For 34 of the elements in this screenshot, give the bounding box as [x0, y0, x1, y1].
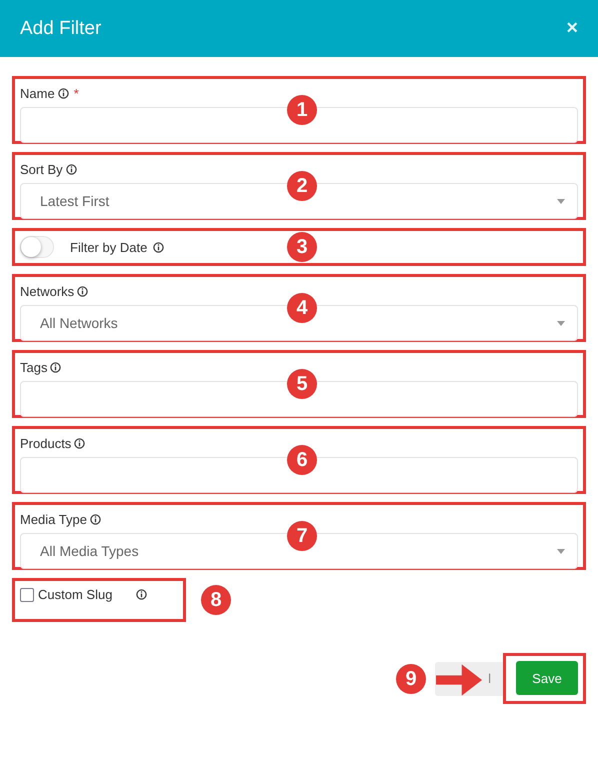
- field-label: Media Type: [20, 512, 87, 526]
- field-label: Name: [20, 86, 55, 100]
- number-badge: 1: [287, 95, 317, 125]
- number-badge: 7: [287, 521, 317, 551]
- number-badge: 2: [287, 171, 317, 201]
- number-badge: 4: [287, 293, 317, 323]
- info-icon[interactable]: [136, 589, 148, 600]
- checkbox-label: Custom Slug: [38, 587, 112, 602]
- field-label: Sort By: [20, 162, 63, 176]
- number-badge: 3: [287, 232, 317, 262]
- dialog-title: Add Filter: [20, 18, 102, 40]
- arrow-icon: [436, 663, 482, 697]
- toggle-switch[interactable]: [20, 236, 54, 258]
- field-label: Products: [20, 436, 72, 450]
- field-label: Networks: [20, 284, 74, 298]
- caret-icon: [557, 198, 565, 204]
- info-icon[interactable]: [74, 438, 86, 448]
- caret-icon: [557, 548, 565, 554]
- info-icon[interactable]: [77, 286, 88, 296]
- info-icon[interactable]: [66, 164, 77, 174]
- number-badge: 5: [287, 369, 317, 399]
- required-mark: *: [74, 86, 79, 100]
- info-icon[interactable]: [153, 242, 164, 252]
- info-icon[interactable]: [50, 362, 62, 372]
- number-badge: 8: [201, 585, 231, 615]
- checkbox[interactable]: [20, 588, 34, 602]
- caret-icon: [557, 320, 565, 326]
- info-icon[interactable]: [90, 514, 101, 524]
- toggle-label: Filter by Date: [70, 240, 148, 254]
- field-label: Tags: [20, 360, 48, 374]
- info-icon[interactable]: [58, 88, 69, 98]
- save-button[interactable]: Save: [516, 661, 578, 695]
- number-badge: 6: [287, 445, 317, 475]
- number-badge: 9: [396, 664, 426, 694]
